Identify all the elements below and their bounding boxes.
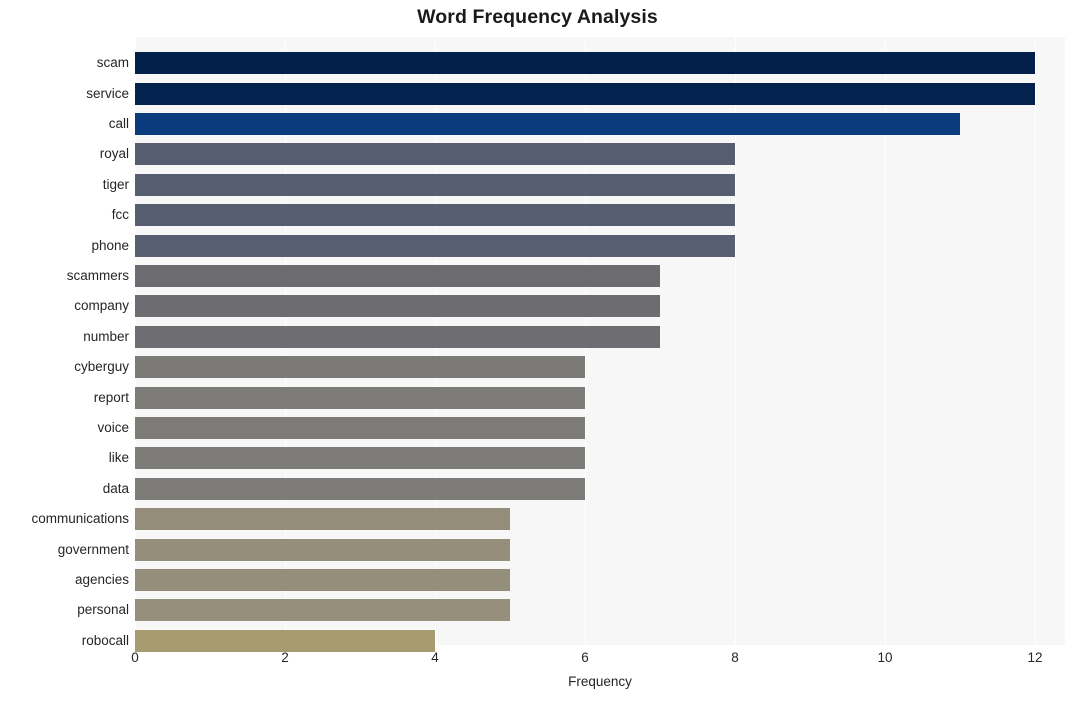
bar-like[interactable] bbox=[135, 447, 585, 470]
bar-company[interactable] bbox=[135, 295, 660, 318]
y-axis-label-agencies: agencies bbox=[74, 572, 129, 587]
bar-scammers[interactable] bbox=[135, 265, 660, 287]
bars-container bbox=[135, 37, 1065, 652]
y-axis-label-royal: royal bbox=[99, 146, 129, 162]
y-axis-label-service: service bbox=[86, 85, 129, 101]
y-axis-label-call: call bbox=[108, 116, 129, 131]
y-axis-label-communications: communications bbox=[31, 511, 129, 527]
y-axis-label-scammers: scammers bbox=[66, 268, 129, 283]
bar-report[interactable] bbox=[135, 386, 585, 409]
y-axis-labels: scam service call royal tiger fcc phone scammer… bbox=[0, 37, 129, 648]
y-axis-label-personal: personal bbox=[77, 602, 129, 618]
x-tick-8: 8 bbox=[731, 650, 739, 665]
chart-title: Word Frequency Analysis bbox=[417, 6, 658, 28]
x-tick-12: 12 bbox=[1027, 650, 1043, 665]
x-tick-10: 10 bbox=[877, 650, 893, 665]
y-axis-label-fcc: fcc bbox=[111, 207, 129, 223]
bar-government[interactable] bbox=[135, 538, 510, 561]
bar-communications[interactable] bbox=[135, 508, 510, 531]
bar-agencies[interactable] bbox=[135, 569, 510, 591]
x-tick-6: 6 bbox=[581, 650, 589, 665]
y-axis-label-data: data bbox=[102, 480, 129, 496]
y-axis-label-cyberguy: cyberguy bbox=[74, 359, 129, 375]
y-axis-label-tiger: tiger bbox=[102, 176, 129, 192]
bar-phone[interactable] bbox=[135, 234, 735, 257]
bar-number[interactable] bbox=[135, 325, 660, 348]
y-axis-label-government: government bbox=[57, 541, 129, 557]
y-axis-label-scam: scam bbox=[96, 55, 129, 71]
bar-cyberguy[interactable] bbox=[135, 356, 585, 379]
bar-scam[interactable] bbox=[135, 52, 1035, 75]
x-axis-title: Frequency bbox=[568, 674, 632, 689]
bar-service[interactable] bbox=[135, 82, 1035, 105]
x-axis-ticks: 0 2 4 6 8 10 12 bbox=[131, 645, 1065, 671]
y-axis-label-number: number bbox=[83, 328, 129, 344]
x-tick-2: 2 bbox=[281, 650, 289, 665]
bar-fcc[interactable] bbox=[135, 204, 735, 227]
chart-figure: Word Frequency Analysis scam service call r… bbox=[0, 0, 1075, 701]
y-axis-label-like: like bbox=[108, 450, 129, 466]
x-tick-4: 4 bbox=[431, 650, 439, 665]
plot-area bbox=[135, 37, 1065, 652]
y-axis-label-phone: phone bbox=[91, 237, 129, 253]
bar-data[interactable] bbox=[135, 477, 585, 500]
y-axis-label-company: company bbox=[74, 298, 129, 314]
bar-voice[interactable] bbox=[135, 417, 585, 439]
bar-tiger[interactable] bbox=[135, 173, 735, 196]
bar-royal[interactable] bbox=[135, 143, 735, 166]
x-tick-0: 0 bbox=[131, 650, 139, 665]
y-axis-label-report: report bbox=[93, 389, 129, 405]
y-axis-label-voice: voice bbox=[97, 420, 129, 435]
y-axis-label-robocall: robocall bbox=[81, 632, 129, 648]
bar-call[interactable] bbox=[135, 113, 960, 135]
bar-personal[interactable] bbox=[135, 599, 510, 622]
